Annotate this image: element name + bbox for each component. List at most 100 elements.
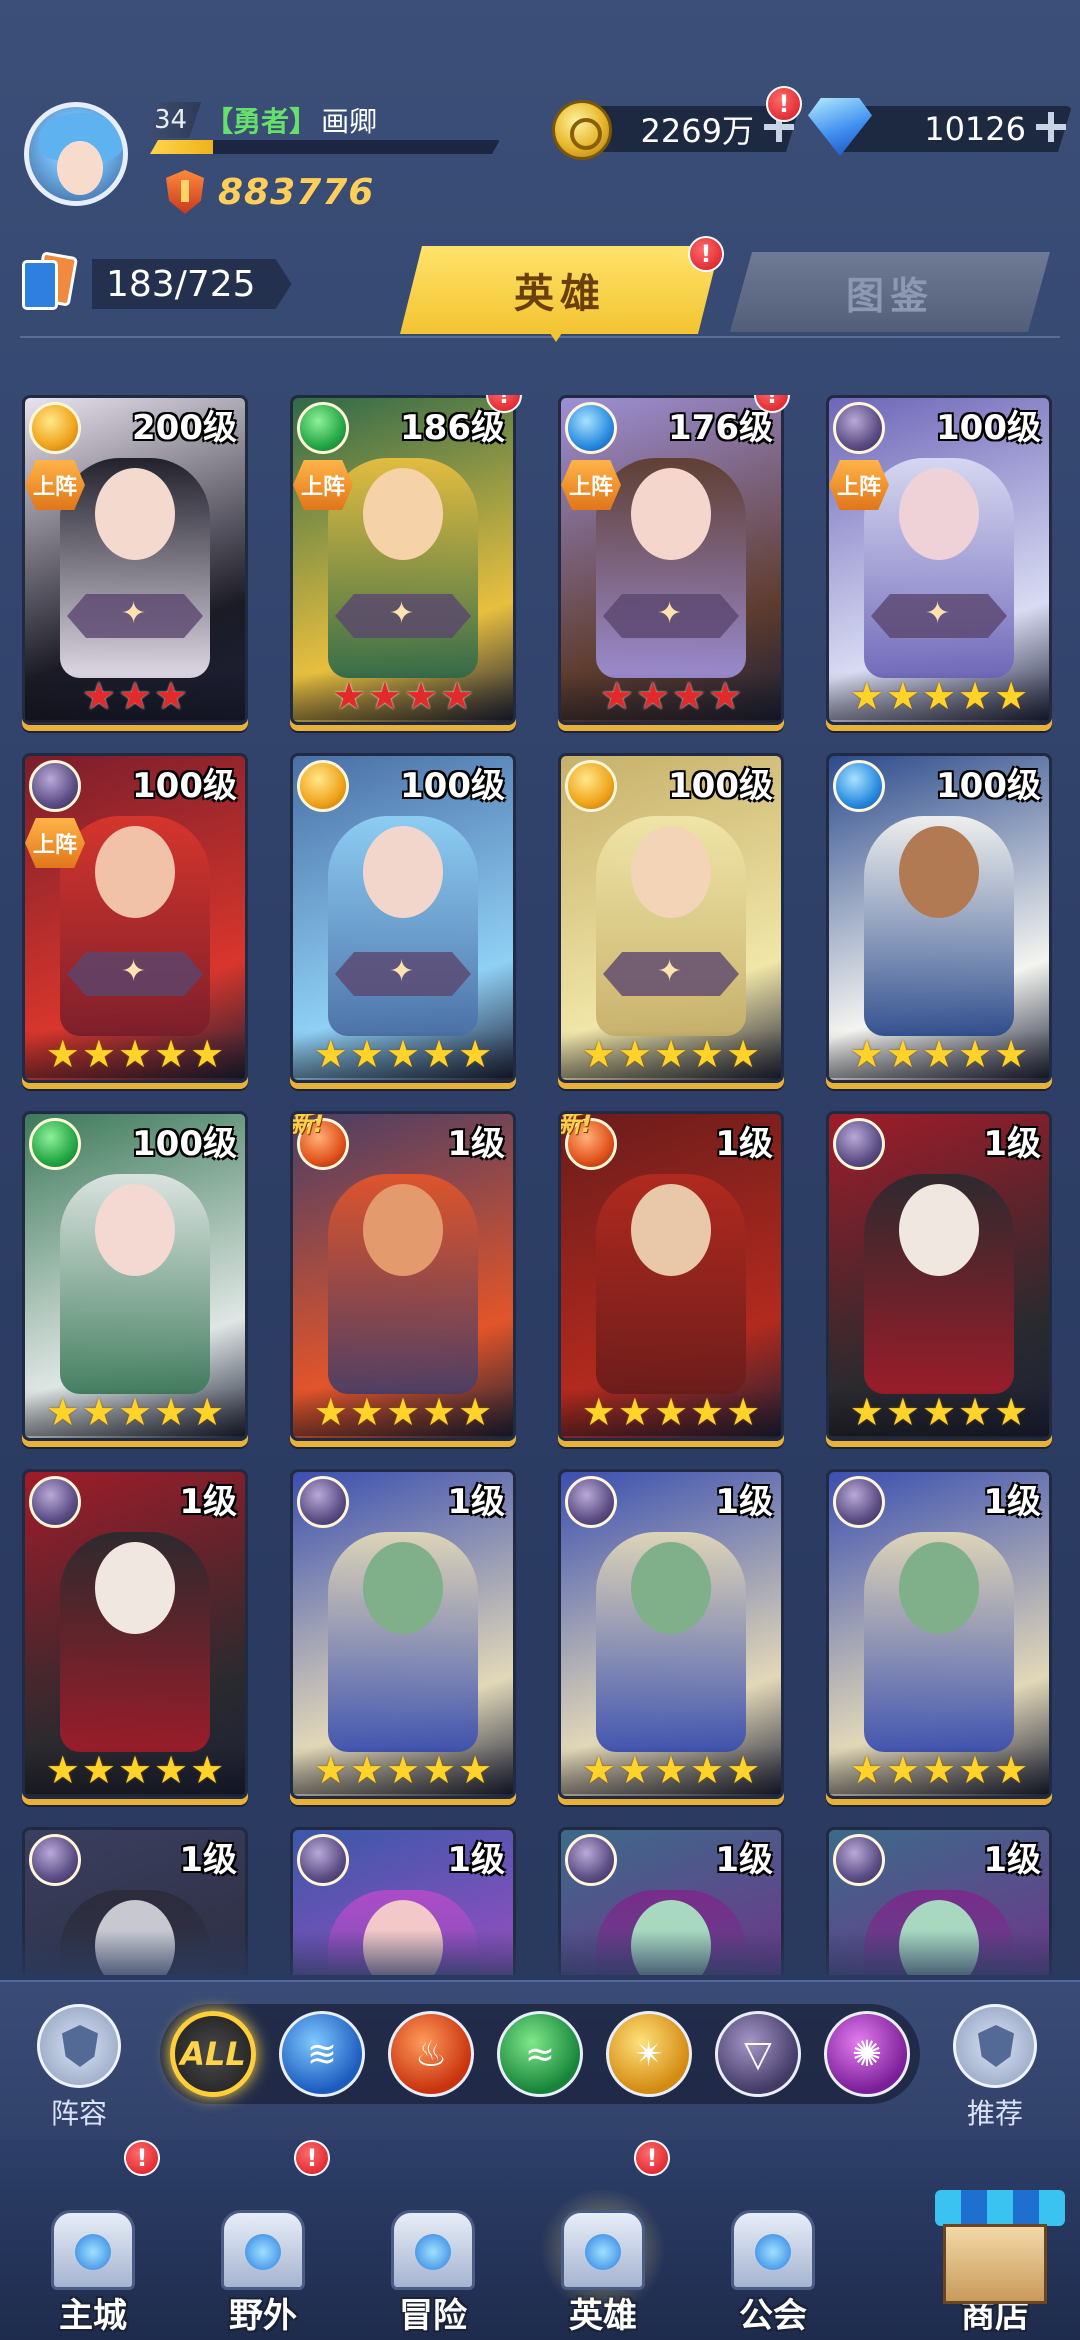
- star-icon: ★: [581, 1748, 616, 1792]
- nav-item-3[interactable]: 英雄: [528, 2190, 678, 2340]
- player-level: 34: [148, 102, 201, 138]
- exp-bar: [150, 140, 500, 154]
- star-icon: ★: [690, 1032, 725, 1076]
- star-icon: ★: [349, 1390, 384, 1434]
- hero-level: 1级: [983, 1840, 1041, 1880]
- nav-item-4[interactable]: 公会: [698, 2190, 848, 2340]
- star-icon: ★: [921, 674, 957, 718]
- hero-stars: ★ ★ ★ ★: [293, 672, 513, 720]
- hero-card[interactable]: 176级上阵★★★★: [558, 395, 784, 725]
- star-icon: ★: [958, 674, 993, 718]
- filter-chaos-icon[interactable]: ✺: [824, 2011, 910, 2097]
- filter-light-icon[interactable]: ✴: [606, 2011, 692, 2097]
- wind-element-icon: [29, 1118, 81, 1170]
- hero-card[interactable]: 100级 ★★★★★: [290, 753, 516, 1083]
- nav-item-0[interactable]: 主城: [18, 2190, 168, 2340]
- hero-card[interactable]: 100级 ★★★★★: [22, 1111, 248, 1441]
- new-hero-tag: 新!: [558, 1111, 592, 1138]
- star-icon: ★: [849, 1390, 884, 1434]
- hero-card[interactable]: 100级上阵★★★★★: [22, 753, 248, 1083]
- hero-card[interactable]: 1级 ★ ★ ★ ★ ★: [826, 1111, 1052, 1441]
- hero-card[interactable]: 100级★★★★★: [558, 753, 784, 1083]
- hero-emblem-icon: [603, 594, 739, 638]
- lineup-button[interactable]: 阵容: [24, 2004, 134, 2134]
- star-icon: ★: [617, 1390, 652, 1434]
- hero-card[interactable]: 1级 ★ ★ ★ ★ ★: [558, 1469, 784, 1799]
- tab-hero[interactable]: 英雄: [400, 246, 720, 334]
- nav-item-1[interactable]: 野外: [188, 2190, 338, 2340]
- hero-count: 183/725: [22, 251, 292, 314]
- star-icon: ★: [440, 674, 475, 718]
- star-icon: ★: [581, 1390, 616, 1434]
- light-element-icon: [297, 760, 349, 812]
- star-icon: ★: [849, 1748, 884, 1792]
- filter-water-icon[interactable]: ≋: [279, 2011, 365, 2097]
- nav-shop[interactable]: 商店: [920, 2190, 1070, 2340]
- star-icon: ★: [45, 1748, 80, 1792]
- star-icon: ★: [994, 1748, 1029, 1792]
- filter-wind-icon[interactable]: ≈: [497, 2011, 583, 2097]
- player-avatar[interactable]: [24, 102, 128, 206]
- hero-card[interactable]: 1级 ★ ★ ★ ★ ★: [290, 1469, 516, 1799]
- on-team-badge: 上阵: [293, 460, 353, 510]
- star-icon: ★: [653, 1748, 689, 1792]
- on-team-badge: 上阵: [561, 460, 621, 510]
- hero-count-box: 183/725: [92, 259, 292, 309]
- hero-stars: ★ ★ ★ ★ ★: [829, 672, 1049, 720]
- filter-fire-icon[interactable]: ♨: [388, 2011, 474, 2097]
- hero-card[interactable]: 100级上阵★★★★★: [826, 395, 1052, 725]
- hero-card[interactable]: 100级★★★★★: [826, 753, 1052, 1083]
- hero-level: 1级: [447, 1840, 505, 1880]
- hero-level: 200级: [132, 408, 237, 448]
- star-icon: ★: [994, 674, 1029, 718]
- hero-card[interactable]: 1级 ★ ★ ★ ★ ★: [22, 1469, 248, 1799]
- hero-stars: ★ ★ ★ ★ ★: [293, 1030, 513, 1078]
- hero-stars: ★ ★ ★ ★ ★: [293, 1746, 513, 1794]
- hero-card[interactable]: 1级 新! ★ ★ ★ ★ ★: [558, 1111, 784, 1441]
- star-icon: ★: [349, 1748, 384, 1792]
- nav-item-2[interactable]: 冒险: [358, 2190, 508, 2340]
- add-diamond-icon[interactable]: [1034, 110, 1068, 144]
- star-icon: ★: [458, 1032, 493, 1076]
- hero-level: 100级: [132, 1124, 237, 1164]
- hero-card[interactable]: 200级上阵★★★: [22, 395, 248, 725]
- hero-level: 100级: [400, 766, 505, 806]
- star-icon: ★: [994, 1390, 1029, 1434]
- recommend-button[interactable]: 推荐: [940, 2004, 1050, 2134]
- hero-level: 176级: [668, 408, 773, 448]
- player-info: 34 【勇者】 画卿: [148, 100, 377, 140]
- dark-element-icon: [29, 1476, 81, 1528]
- star-icon: ★: [81, 674, 116, 718]
- star-icon: ★: [81, 1032, 116, 1076]
- hero-stars: ★ ★ ★ ★ ★: [829, 1030, 1049, 1078]
- diamond-value: 10126: [924, 110, 1026, 148]
- star-icon: ★: [81, 1748, 116, 1792]
- star-icon: ★: [385, 1390, 421, 1434]
- water-element-icon: [833, 760, 885, 812]
- castle-icon: [33, 2190, 153, 2300]
- dark-element-icon: [833, 402, 885, 454]
- hero-card[interactable]: 1级 新! ★ ★ ★ ★ ★: [290, 1111, 516, 1441]
- trident-icon: [373, 2190, 493, 2300]
- hero-stars: ★ ★ ★ ★ ★: [561, 1030, 781, 1078]
- hero-stars: ★ ★ ★ ★ ★: [293, 1388, 513, 1436]
- star-icon: ★: [385, 1748, 421, 1792]
- star-icon: ★: [958, 1032, 993, 1076]
- filter-dark-icon[interactable]: ▽: [715, 2011, 801, 2097]
- hero-card[interactable]: 1级 ★ ★ ★ ★ ★: [826, 1469, 1052, 1799]
- filter-all-button[interactable]: ALL: [170, 2011, 256, 2097]
- star-icon: ★: [617, 1748, 652, 1792]
- star-icon: ★: [726, 1748, 761, 1792]
- gold-value: 2269万: [640, 112, 754, 150]
- element-filter-row: ALL ≋ ♨ ≈ ✴ ▽ ✺: [160, 2004, 920, 2104]
- hero-level: 100级: [132, 766, 237, 806]
- star-icon: ★: [313, 1748, 348, 1792]
- hero-stars: ★ ★ ★ ★ ★: [25, 1030, 245, 1078]
- hero-card[interactable]: 186级上阵★★★★: [290, 395, 516, 725]
- hero-stars: ★ ★ ★ ★ ★: [25, 1388, 245, 1436]
- hero-level: 1级: [715, 1124, 773, 1164]
- star-icon: ★: [422, 1390, 457, 1434]
- star-icon: ★: [849, 1032, 884, 1076]
- dark-element-icon: [565, 1834, 617, 1886]
- tab-codex[interactable]: 图鉴: [730, 252, 1050, 332]
